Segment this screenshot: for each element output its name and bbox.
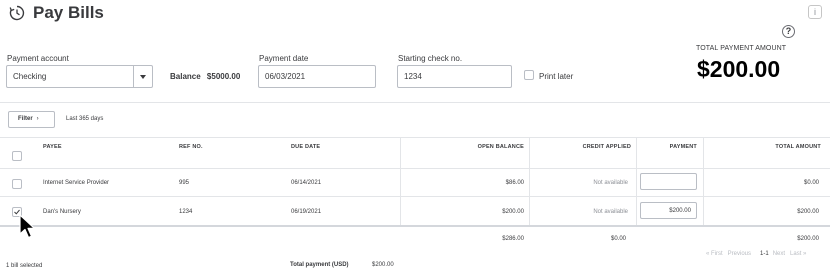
payment-input[interactable]: $200.00 (640, 202, 697, 219)
col-header-open-balance[interactable]: OPEN BALANCE (478, 144, 524, 150)
clock-icon (9, 5, 25, 21)
col-header-credit-applied[interactable]: CREDIT APPLIED (583, 144, 631, 150)
cell-open-balance: $200.00 (502, 209, 524, 215)
chevron-down-icon[interactable] (133, 66, 152, 87)
total-open-balance: $286.00 (502, 236, 524, 242)
col-header-total-amount[interactable]: TOTAL AMOUNT (775, 144, 821, 150)
payment-date-label: Payment date (259, 54, 309, 63)
total-payment-amount: $200.00 (697, 56, 781, 82)
starting-check-label: Starting check no. (398, 54, 463, 63)
starting-check-field[interactable]: 1234 (397, 65, 512, 88)
filter-label: Filter (18, 116, 33, 122)
total-credit-applied: $0.00 (610, 236, 626, 242)
payment-account-value: Checking (13, 72, 47, 81)
col-header-payee[interactable]: PAYEE (43, 144, 62, 150)
payment-account-select[interactable]: Checking (6, 65, 153, 88)
pagination: « First Previous 1-1 Next Last » (706, 251, 811, 257)
selected-count: 1 bill selected (6, 263, 43, 269)
cell-due-date: 06/14/2021 (291, 180, 322, 186)
starting-check-value: 1234 (404, 72, 422, 81)
cell-total-amount: $0.00 (803, 180, 819, 186)
cell-ref-no: 995 (179, 180, 190, 186)
filter-button[interactable]: Filter › (8, 111, 55, 128)
section-divider (0, 102, 830, 103)
table-top-border (0, 137, 830, 138)
pager-first[interactable]: « First (706, 251, 723, 257)
pager-current: 1-1 (760, 251, 769, 257)
page-title: Pay Bills (33, 3, 104, 22)
payment-date-field[interactable]: 06/03/2021 (258, 65, 376, 88)
info-button[interactable]: i (808, 5, 822, 19)
cell-credit-applied: Not available (593, 209, 628, 215)
page-header: Pay Bills i (0, 0, 830, 30)
header-row-border (0, 168, 830, 169)
payment-input[interactable] (640, 173, 697, 190)
total-payment-amount-label: TOTAL PAYMENT AMOUNT (696, 45, 787, 52)
cell-ref-no: 1234 (179, 209, 193, 215)
total-payment-label: Total payment (USD) (290, 262, 349, 268)
row-checkbox[interactable] (12, 179, 22, 189)
print-later-label: Print later (539, 72, 574, 81)
pager-last[interactable]: Last » (790, 251, 806, 257)
print-later-checkbox[interactable] (524, 70, 534, 80)
row-border (0, 196, 830, 197)
select-all-checkbox[interactable] (12, 151, 22, 161)
column-divider (703, 137, 704, 225)
balance-label: Balance (170, 72, 201, 81)
pager-previous[interactable]: Previous (728, 251, 751, 257)
cursor-icon (19, 214, 36, 239)
column-divider (636, 137, 637, 225)
column-divider (400, 137, 401, 225)
total-total-amount: $200.00 (797, 236, 819, 242)
col-header-payment[interactable]: PAYMENT (670, 144, 697, 150)
payment-date-value: 06/03/2021 (265, 72, 306, 81)
cell-payee: Dan's Nursery (43, 209, 81, 215)
balance-display: Balance $5000.00 (170, 72, 240, 81)
cell-payee: Internet Service Provider (43, 180, 110, 186)
cell-due-date: 06/19/2021 (291, 209, 322, 215)
chevron-right-icon: › (36, 116, 39, 122)
column-divider (529, 137, 530, 225)
cell-total-amount: $200.00 (797, 209, 819, 215)
payment-account-label: Payment account (7, 54, 69, 63)
balance-value: $5000.00 (206, 72, 241, 81)
total-payment-value: $200.00 (372, 262, 394, 268)
date-range-label: Last 365 days (66, 116, 104, 122)
pager-next[interactable]: Next (773, 251, 785, 257)
help-icon[interactable]: ? (782, 25, 795, 38)
col-header-due-date[interactable]: DUE DATE (291, 144, 320, 150)
cell-credit-applied: Not available (593, 180, 628, 186)
col-header-ref-no[interactable]: REF NO. (179, 144, 203, 150)
table-bottom-border (0, 225, 830, 227)
cell-open-balance: $86.00 (505, 180, 524, 186)
